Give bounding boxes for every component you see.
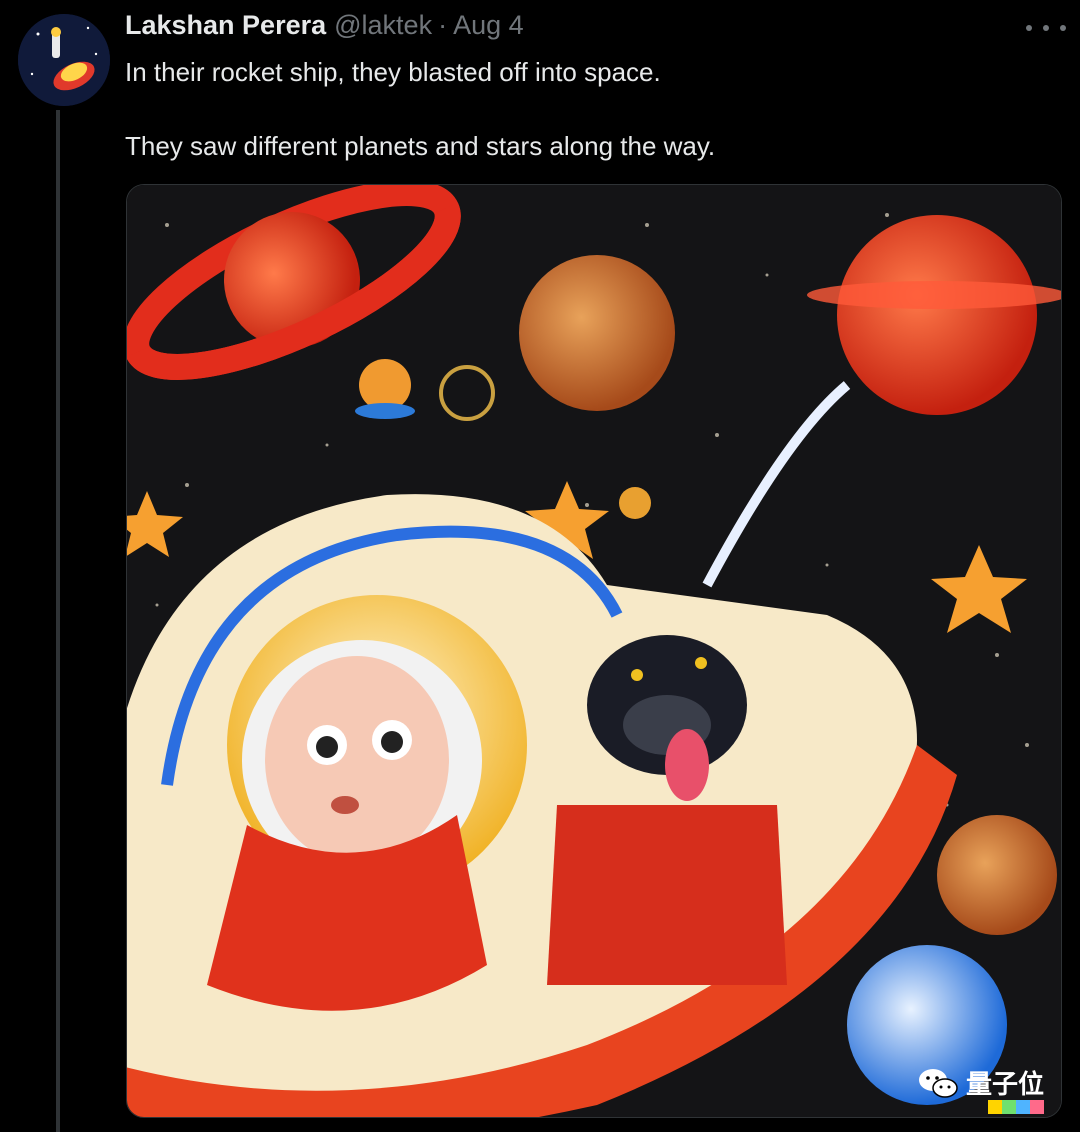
more-horizontal-icon[interactable] (1026, 16, 1066, 40)
tweet-text-line: They saw different planets and stars alo… (125, 131, 716, 161)
watermark-text: 量子位 (966, 1070, 1045, 1100)
avatar[interactable] (18, 14, 110, 106)
tweet-header: Lakshan Perera @laktek · Aug 4 (125, 10, 524, 41)
tweet-media-image[interactable] (126, 184, 1062, 1118)
wechat-icon (919, 1068, 958, 1098)
tweet-date[interactable]: Aug 4 (453, 10, 524, 41)
watermark-color-strip (988, 1100, 1044, 1114)
tweet-text: In their rocket ship, they blasted off i… (125, 54, 715, 165)
tweet-text-line: In their rocket ship, they blasted off i… (125, 57, 661, 87)
watermark: 量子位 (918, 1064, 1044, 1101)
author-name[interactable]: Lakshan Perera (125, 10, 326, 41)
author-handle[interactable]: @laktek (334, 10, 432, 41)
thread-line (56, 110, 60, 1132)
separator: · (438, 10, 448, 40)
tweet[interactable]: Lakshan Perera @laktek · Aug 4 In their … (0, 0, 1080, 1132)
